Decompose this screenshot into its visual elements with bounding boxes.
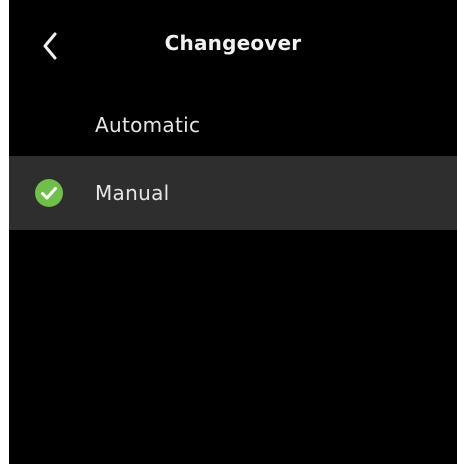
page-title: Changeover	[164, 31, 302, 55]
changeover-screen: Changeover Automatic Manual	[9, 0, 457, 464]
option-manual[interactable]: Manual	[9, 156, 457, 230]
option-label: Manual	[95, 181, 170, 205]
option-label: Automatic	[95, 113, 201, 137]
option-automatic[interactable]: Automatic	[9, 88, 457, 162]
check-circle-icon	[35, 179, 63, 207]
